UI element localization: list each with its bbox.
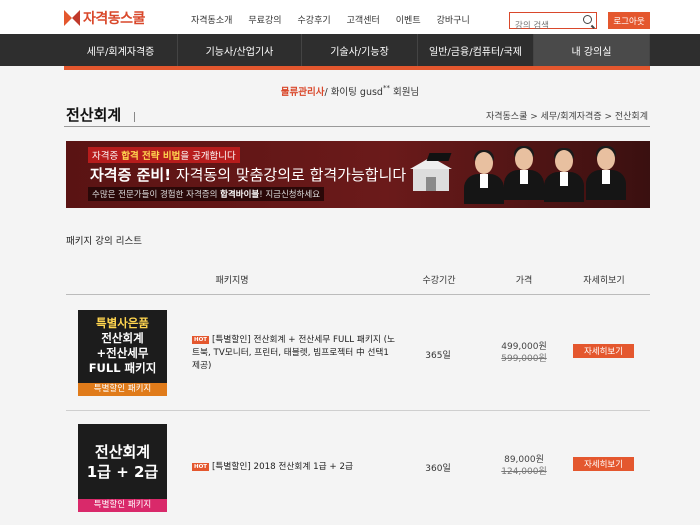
user-name: / 화이팅 gusd [324,87,383,98]
discount-tag: 특별할인 패키지 [78,499,167,512]
thumb-line: 특별사은품 [96,316,149,330]
hot-badge: HOT [192,462,210,471]
user-track: 물류관리사 [280,87,325,98]
thumb-line: 전산회계 [94,443,151,461]
course-period: 360일 [425,464,451,474]
search-input[interactable] [510,19,580,33]
original-price: 124,000원 [501,467,547,477]
package-thumbnail[interactable]: 전산회계 1급 + 2급 특별할인 패키지 [78,424,167,512]
detail-button[interactable]: 자세히보기 [573,457,634,471]
mainnav-my-classroom[interactable]: 내 강의실 [534,34,650,66]
search-icon[interactable] [583,15,592,24]
banner-line-3-post: ! 지금신청하세요 [259,190,321,200]
title-divider [134,112,135,122]
user-suffix: 회원님 [393,87,420,98]
col-period: 수강기간 [422,276,456,286]
topnav-support[interactable]: 고객센터 [347,13,380,26]
school-building-icon [408,157,454,195]
banner-line-3-bold: 합격바이블 [220,190,260,200]
package-name[interactable]: HOT [특별할인] 2018 전산회계 1급 + 2급 [192,461,412,474]
table-row: 특별사은품 전산회계 +전산세무 FULL 패키지 특별할인 패키지 HOT [특… [66,296,650,411]
topnav-cart[interactable]: 강바구니 [437,13,470,26]
instructor-photo-2 [502,146,546,208]
hot-badge: HOT [192,335,210,344]
topnav-free-lectures[interactable]: 무료강의 [248,13,281,26]
instructor-photo-1 [462,150,506,208]
banner-line-3: 수많은 전문가들이 경험한 자격증의 합격바이블! 지금신청하세요 [88,187,325,201]
banner-line-3-pre: 수많은 전문가들이 경험한 자격증의 [92,190,221,200]
banner-headline-rest: 자격동의 맞춤강의로 합격가능합니다 [171,166,407,184]
user-name-masked: ** [382,84,390,92]
top-bar: 자격동스쿨 자격동소개 무료강의 수강후기 고객센터 이벤트 강바구니 로그아웃 [0,0,700,34]
sale-price: 89,000원 [504,455,544,465]
course-period: 365일 [425,351,451,361]
sale-price: 499,000원 [501,342,547,352]
page-title: 전산회계 [66,106,122,124]
mainnav-tax-accounting[interactable]: 세무/회계자격증 [64,34,178,66]
top-nav: 자격동소개 무료강의 수강후기 고객센터 이벤트 강바구니 [191,13,486,26]
price-block: 499,000원 599,000원 [501,341,547,365]
package-name-text: [특별할인] 전산회계 + 전산세무 FULL 패키지 (노트북, TV모니터,… [192,335,395,371]
instructor-photo-3 [542,148,586,208]
col-price: 가격 [515,276,533,286]
site-logo[interactable]: 자격동스쿨 [64,8,145,28]
price-block: 89,000원 124,000원 [501,454,547,478]
search-box [509,12,597,33]
thumb-line: +전산세무 [96,346,149,360]
logo-text: 자격동스쿨 [83,11,145,27]
col-package-name: 패키지명 [215,276,249,286]
header-rule [64,126,650,127]
banner-headline: 자격증 준비! 자격동의 맞춤강의로 합격가능합니다 [90,164,406,185]
table-row: 전산회계 1급 + 2급 특별할인 패키지 HOT [특별할인] 2018 전산회… [66,412,650,525]
banner-headline-bold: 자격증 준비! [90,166,172,184]
banner-line-1-pre: 자격증 [92,151,122,162]
thumb-line: 전산회계 [101,331,144,345]
thumb-line: FULL 패키지 [88,361,157,375]
discount-tag: 특별할인 패키지 [78,383,167,396]
table-header: 패키지명 수강기간 가격 자세히보기 [66,265,650,295]
instructor-photo-4 [584,146,628,208]
main-nav: 세무/회계자격증 기능사/산업기사 기술사/기능장 일반/금융/컴퓨터/국제 내… [0,34,700,66]
topnav-about[interactable]: 자격동소개 [191,13,232,26]
mainnav-professional-engineer[interactable]: 기술사/기능장 [302,34,418,66]
breadcrumb[interactable]: 자격동스쿨 > 세무/회계자격증 > 전산회계 [486,109,648,122]
topnav-events[interactable]: 이벤트 [396,13,421,26]
package-name[interactable]: HOT [특별할인] 전산회계 + 전산세무 FULL 패키지 (노트북, TV모… [192,334,397,373]
nav-accent-line [64,66,650,70]
package-name-text: [특별할인] 2018 전산회계 1급 + 2급 [212,462,353,472]
banner-line-1: 자격증 합격 전략 비법을 공개합니다 [88,147,240,163]
graduation-cap-icon [426,153,452,161]
banner-line-1-highlight: 합격 전략 비법 [121,151,181,162]
user-greeting: 물류관리사/ 화이팅 gusd** 회원님 [0,84,700,98]
col-detail: 자세히보기 [583,276,625,286]
detail-button[interactable]: 자세히보기 [573,344,634,358]
logout-button[interactable]: 로그아웃 [608,12,650,29]
original-price: 599,000원 [501,354,547,364]
logo-icon [64,10,80,26]
promo-banner[interactable]: 자격증 합격 전략 비법을 공개합니다 자격증 준비! 자격동의 맞춤강의로 합… [66,141,650,208]
thumb-line: 1급 + 2급 [86,463,159,481]
mainnav-technician[interactable]: 기능사/산업기사 [178,34,302,66]
mainnav-general-finance[interactable]: 일반/금융/컴퓨터/국제 [418,34,534,66]
package-thumbnail[interactable]: 특별사은품 전산회계 +전산세무 FULL 패키지 특별할인 패키지 [78,310,167,396]
package-list-title: 패키지 강의 리스트 [66,236,142,247]
banner-line-1-post: 을 공개합니다 [180,151,236,162]
topnav-reviews[interactable]: 수강후기 [298,13,331,26]
